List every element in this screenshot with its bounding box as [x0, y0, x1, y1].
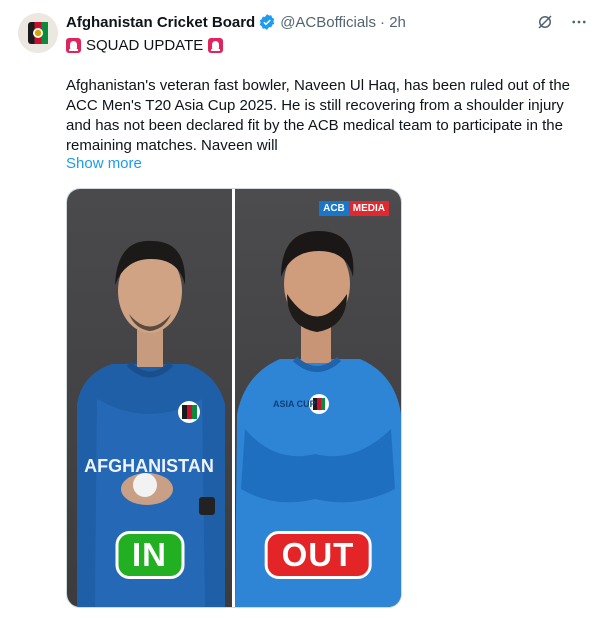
- siren-icon: [66, 38, 81, 53]
- tweet-actions: [535, 12, 589, 32]
- logo-media: MEDIA: [348, 201, 389, 216]
- account-name[interactable]: Afghanistan Cricket Board: [66, 14, 255, 31]
- avatar[interactable]: [18, 13, 58, 53]
- show-more-link[interactable]: Show more: [66, 155, 142, 172]
- out-badge: OUT: [264, 531, 372, 579]
- more-icon[interactable]: [569, 12, 589, 32]
- tweet-text: Afghanistan's veteran fast bowler, Navee…: [66, 77, 571, 154]
- player-out-panel: ACB MEDIA ASIA CUP OUT: [235, 189, 401, 607]
- player-in-panel: AFGHANISTAN IN: [67, 189, 232, 607]
- tweet-media-image[interactable]: AFGHANISTAN IN ACB MEDIA ASIA CUP OUT: [66, 188, 402, 608]
- grok-icon[interactable]: [535, 12, 555, 32]
- logo-acb: ACB: [319, 201, 349, 216]
- timestamp[interactable]: · 2h: [380, 14, 406, 31]
- jersey-right-text: ASIA CUP: [273, 399, 316, 409]
- acb-media-logo: ACB MEDIA: [319, 201, 389, 216]
- account-handle[interactable]: @ACBofficials: [280, 14, 376, 31]
- tag-text: SQUAD UPDATE: [86, 37, 204, 54]
- squad-update-tag: SQUAD UPDATE: [66, 37, 224, 54]
- siren-icon: [208, 38, 224, 53]
- verified-icon: [258, 13, 276, 31]
- jersey-text: AFGHANISTAN: [84, 456, 214, 476]
- tweet-header: Afghanistan Cricket Board @ACBofficials …: [66, 11, 589, 33]
- in-badge: IN: [115, 531, 184, 579]
